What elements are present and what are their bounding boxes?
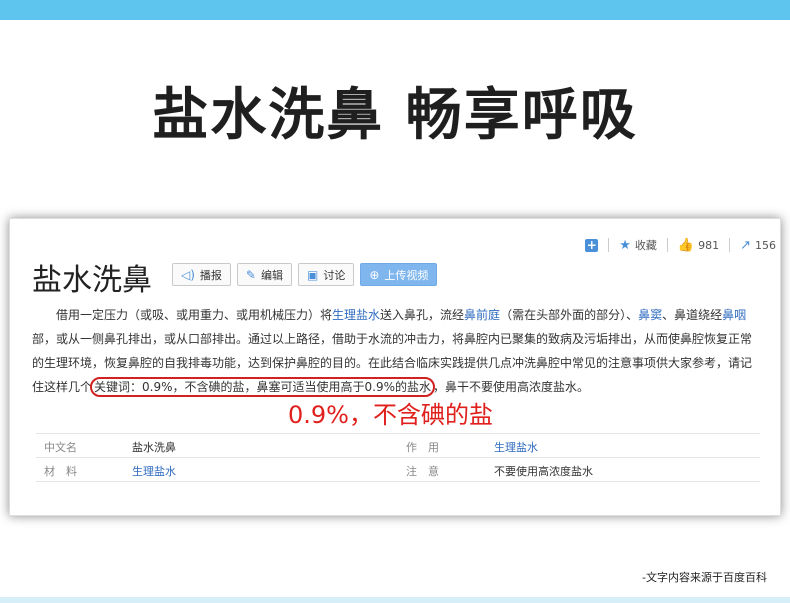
pencil-icon: ✎: [245, 267, 256, 282]
info-key: 注 意: [406, 465, 439, 478]
discuss-button[interactable]: ▣ 讨论: [297, 263, 355, 286]
thumbs-up-icon: 👍: [677, 237, 695, 253]
summary-text: 、鼻道绕经: [662, 308, 723, 322]
info-value: 不要使用高浓度盐水: [494, 465, 593, 478]
entry-title: 盐水洗鼻: [32, 263, 152, 298]
encyclopedia-card: + ★ 收藏 👍 981 ↗ 156 盐水洗鼻 ◁) 播报 ✎ 编辑 ▣ 讨论: [9, 218, 781, 516]
like-count: 981: [698, 238, 720, 252]
add-icon[interactable]: +: [585, 238, 599, 252]
info-key: 作 用: [406, 441, 439, 454]
table-row: 材 料 生理盐水 注 意 不要使用高浓度盐水: [36, 457, 760, 482]
share-button[interactable]: ↗ 156: [740, 238, 776, 253]
red-annotation: 0.9%，不含碘的盐: [288, 401, 493, 429]
discuss-label: 讨论: [323, 268, 346, 282]
info-key: 材 料: [44, 465, 77, 478]
info-value: 盐水洗鼻: [132, 441, 176, 454]
page-headline: 盐水洗鼻 畅享呼吸: [152, 83, 638, 148]
link-sinus[interactable]: 鼻窦: [638, 308, 662, 322]
table-row: 中文名 盐水洗鼻 作 用 生理盐水: [36, 433, 760, 457]
broadcast-button[interactable]: ◁) 播报: [172, 263, 231, 286]
summary-text: ，鼻干不要使用高浓度盐水。: [433, 380, 590, 394]
upload-video-label: 上传视频: [384, 268, 429, 282]
link-saline[interactable]: 生理盐水: [332, 308, 380, 322]
edit-label: 编辑: [260, 268, 283, 282]
bottom-bar: [0, 597, 790, 603]
info-key: 中文名: [44, 441, 77, 454]
divider: [666, 238, 668, 252]
favorite-label: 收藏: [634, 239, 657, 252]
upload-video-button[interactable]: ⊕ 上传视频: [360, 263, 438, 286]
entry-summary: 借用一定压力（或吸、或用重力、或用机械压力）将生理盐水送入鼻孔，流经鼻前庭（需在…: [32, 303, 762, 399]
broadcast-label: 播报: [199, 268, 222, 282]
top-banner-bar: [0, 0, 790, 20]
favorite-button[interactable]: ★ 收藏: [619, 237, 657, 253]
link-nasal-vestibule[interactable]: 鼻前庭: [464, 308, 500, 322]
source-note: -文字内容来源于百度百科: [642, 571, 767, 584]
basic-info-table: 中文名 盐水洗鼻 作 用 生理盐水 材 料 生理盐水 注 意 不要使用高浓度盐水: [36, 433, 760, 482]
divider: [608, 238, 610, 252]
link-nasopharynx[interactable]: 鼻咽: [722, 308, 746, 322]
divider: [729, 238, 731, 252]
summary-text: （需在头部外面的部分）、: [500, 308, 639, 322]
stats-bar: + ★ 收藏 👍 981 ↗ 156: [585, 237, 776, 253]
share-icon: ↗: [740, 237, 751, 253]
summary-text: 借用一定压力（或吸、或用重力、或用机械压力）将: [56, 308, 333, 322]
info-value-link[interactable]: 生理盐水: [494, 439, 538, 455]
plus-circle-icon: ⊕: [369, 267, 380, 282]
edit-button[interactable]: ✎ 编辑: [236, 263, 292, 286]
entry-toolbar: ◁) 播报 ✎ 编辑 ▣ 讨论 ⊕ 上传视频: [172, 263, 443, 286]
info-value-link[interactable]: 生理盐水: [132, 463, 176, 479]
highlighted-keywords: 关键词：0.9%，不含碘的盐，鼻塞可适当使用高于0.9%的盐水: [90, 377, 435, 397]
summary-text: 送入鼻孔，流经: [380, 308, 465, 322]
like-button[interactable]: 👍 981: [678, 238, 719, 253]
chat-icon: ▣: [306, 267, 319, 282]
star-icon: ★: [619, 237, 631, 253]
speaker-icon: ◁): [181, 267, 195, 282]
share-count: 156: [755, 238, 776, 252]
